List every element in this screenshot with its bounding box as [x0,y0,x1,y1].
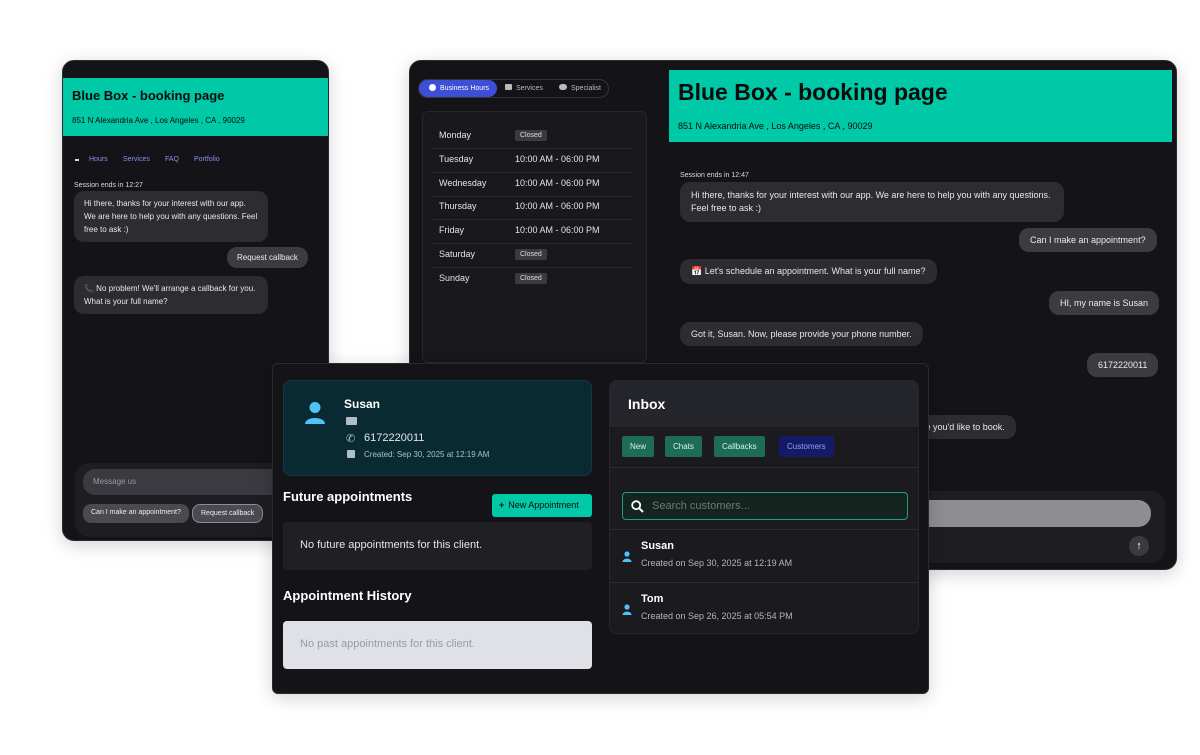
left-session: Session ends in 12:27 [74,182,143,189]
hours-time: 10:00 AM - 06:00 PM [515,225,600,236]
tab-specialist[interactable]: Specialist [559,84,601,92]
briefcase-icon [505,84,512,90]
hours-day: Friday [439,225,465,236]
hours-time: 10:00 AM - 06:00 PM [515,153,600,164]
calendar-icon [347,450,355,458]
user-icon [622,549,632,567]
customer-name: Susan [344,397,381,411]
hours-tabs: Business Hours Services Specialist [418,79,609,98]
send-button[interactable]: ↑ [1129,536,1149,556]
closed-badge: Closed [515,249,547,260]
right-msg-user-1: Can I make an appointment? [1019,228,1157,252]
right-composer: ↑ [910,491,1165,563]
inbox-tab-new[interactable]: New [622,436,655,457]
customer-row-name: Susan [641,540,675,552]
customer-row-name: Tom [641,593,664,605]
hours-time: 10:00 AM - 06:00 PM [515,177,600,188]
hours-row: Wednesday 10:00 AM - 06:00 PM [433,173,633,197]
hours-row: Thursday 10:00 AM - 06:00 PM [433,196,633,221]
hours-row: Saturday Closed [433,244,633,268]
future-appointments-title: Future appointments [283,489,413,504]
user-icon [622,602,632,620]
future-empty-text: No future appointments for this client. [300,539,483,551]
search-placeholder: Search customers... [652,500,750,512]
hours-row: Friday 10:00 AM - 06:00 PM [433,220,633,245]
left-msg-bot-1: Hi there, thanks for your interest with … [74,191,268,242]
user-avatar-icon [304,401,326,430]
hours-row: Sunday Closed [433,268,633,292]
hours-table: Monday Closed Tuesday 10:00 AM - 06:00 PM We… [422,111,647,363]
right-session: Session ends in 12:47 [680,172,749,179]
customer-phone: 6172220011 [364,432,425,444]
hours-day: Tuesday [439,153,474,164]
customer-row-created: Created on Sep 26, 2025 at 05:54 PM [641,611,793,621]
hours-row: Monday Closed [433,125,633,149]
inbox-tab-callbacks[interactable]: Callbacks [714,436,765,457]
hours-day: Saturday [439,249,476,259]
inbox-panel: Inbox New Chats Callbacks Customers Sear… [609,380,919,634]
nav-hours[interactable]: Hours [89,156,108,163]
hours-day: Monday [439,130,472,140]
crm-window: Susan ✆ 6172220011 Created: Sep 30, 2025… [272,363,929,694]
customer-row-created: Created on Sep 30, 2025 at 12:19 AM [641,558,793,568]
hours-day: Thursday [439,201,477,212]
nav-faq[interactable]: FAQ [165,156,179,163]
hours-row: Tuesday 10:00 AM - 06:00 PM [433,149,633,173]
menu-dash-icon[interactable] [75,159,79,161]
tab-services-label: Services [516,85,543,92]
arrow-up-icon: ↑ [1136,540,1142,552]
left-header: Blue Box - booking page 851 N Alexandria… [63,78,328,136]
search-icon [631,500,644,518]
left-msg-bot-2: 📞 No problem! We'll arrange a callback f… [74,276,268,314]
hours-day: Wednesday [439,177,487,188]
right-msg-bot-1: Hi there, thanks for your interest with … [680,182,1064,222]
right-msg-bot-3: Got it, Susan. Now, please provide your … [680,322,923,346]
tab-services[interactable]: Services [505,84,543,92]
future-empty-box: No future appointments for this client. [283,522,592,570]
closed-badge: Closed [515,130,547,141]
history-empty-text: No past appointments for this client. [300,638,475,650]
right-header: Blue Box - booking page 851 N Alexandria… [669,70,1172,142]
right-msg-user-3: 6172220011 [1087,353,1159,377]
inbox-divider [610,467,918,468]
right-address: 851 N Alexandria Ave , Los Angeles , CA … [678,121,873,131]
tab-business-hours[interactable]: Business Hours [419,80,497,97]
clock-icon [429,84,436,91]
users-icon [559,84,567,90]
tab-specialist-label: Specialist [571,85,601,92]
right-message-input[interactable] [910,500,1151,527]
hours-day: Sunday [439,272,470,283]
nav-services[interactable]: Services [123,156,150,163]
customer-row-tom[interactable]: Tom Created on Sep 26, 2025 at 05:54 PM [610,583,918,633]
left-title: Blue Box - booking page [72,88,225,103]
left-address: 851 N Alexandria Ave , Los Angeles , CA … [72,116,245,125]
phone-icon: ✆ [346,433,356,445]
customer-search[interactable]: Search customers... [622,492,908,520]
right-msg-user-2: HI, my name is Susan [1049,291,1160,315]
new-appointment-label: New Appointment [508,500,579,510]
quick-reply-appointment[interactable]: Can I make an appointment? [83,504,189,523]
history-empty-box: No past appointments for this client. [283,621,592,669]
customer-created: Created: Sep 30, 2025 at 12:19 AM [364,450,490,459]
tab-business-hours-label: Business Hours [440,85,490,92]
mail-icon [346,417,357,425]
quick-reply-callback[interactable]: Request callback [192,504,264,523]
inbox-header: Inbox [610,381,918,427]
right-title: Blue Box - booking page [678,79,948,105]
plus-icon: + [499,500,505,510]
inbox-title: Inbox [628,396,666,412]
customer-card: Susan ✆ 6172220011 Created: Sep 30, 2025… [283,380,592,476]
inbox-tab-customers[interactable]: Customers [779,436,834,457]
appointment-history-title: Appointment History [283,588,412,603]
customer-row-susan[interactable]: Susan Created on Sep 30, 2025 at 12:19 A… [610,530,918,582]
nav-portfolio[interactable]: Portfolio [194,156,220,163]
left-msg-user-1: Request callback [227,247,308,268]
right-msg-bot-2: 📅 Let's schedule an appointment. What is… [680,259,937,284]
inbox-tab-chats[interactable]: Chats [665,436,702,457]
closed-badge: Closed [515,272,547,284]
left-nav: Hours Services FAQ Portfolio [73,154,323,166]
hours-time: 10:00 AM - 06:00 PM [515,201,600,212]
new-appointment-button[interactable]: + New Appointment [492,494,592,517]
